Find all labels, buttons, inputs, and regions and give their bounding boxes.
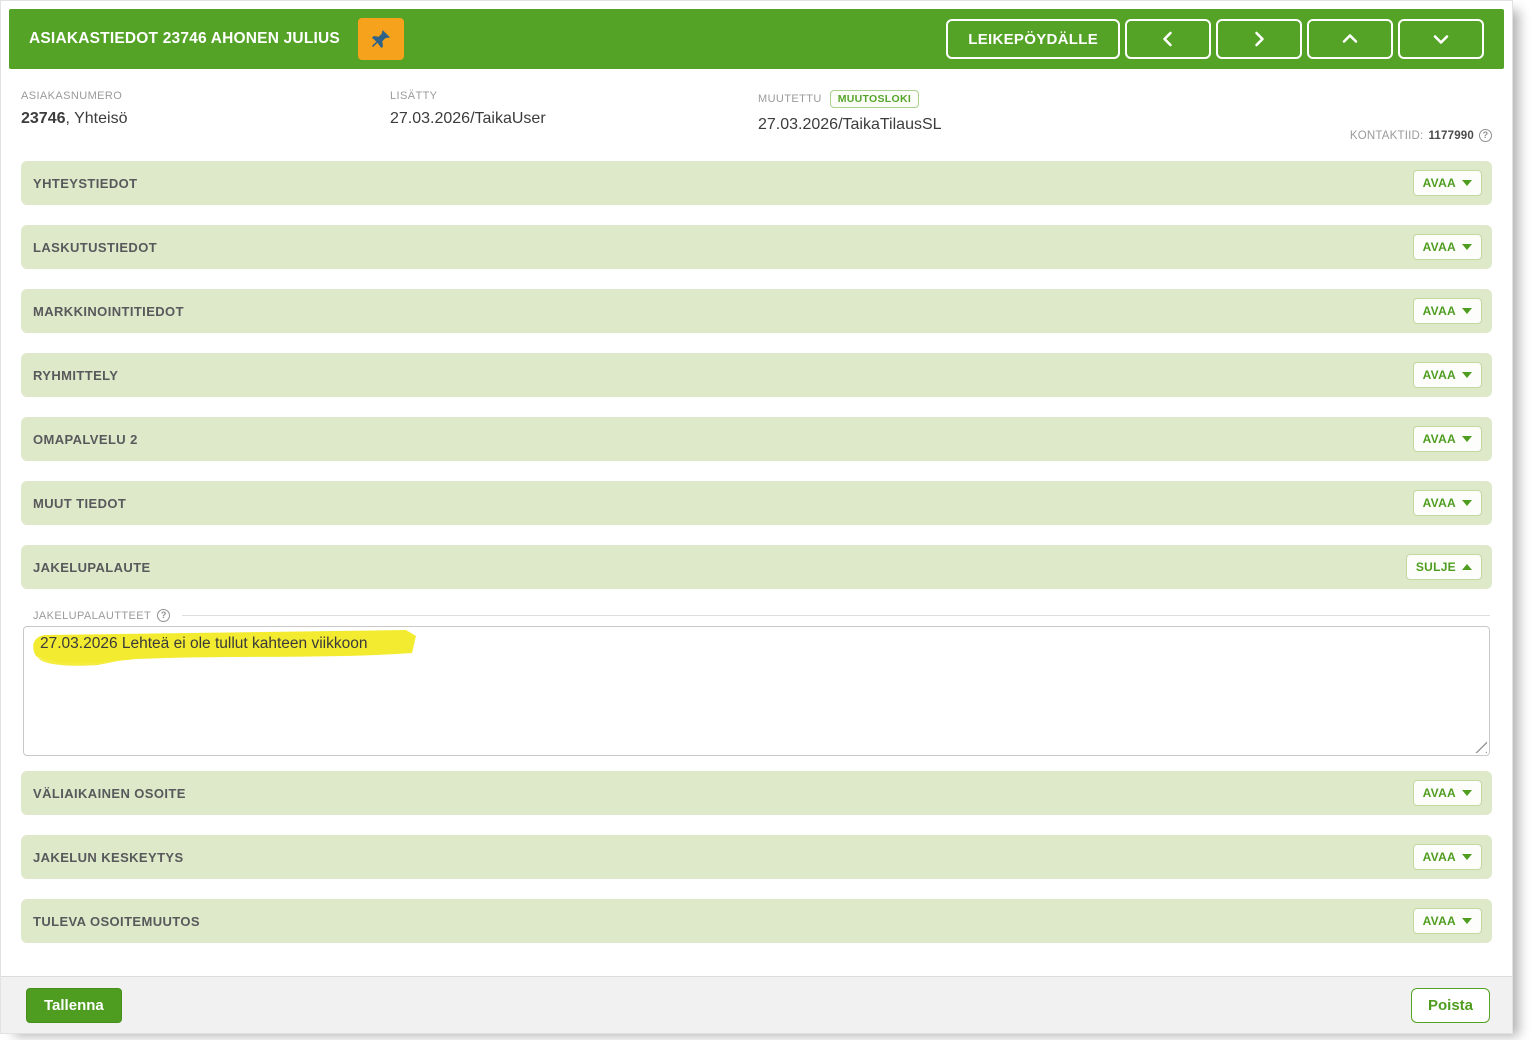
added-label: LISÄTTY: [390, 90, 758, 102]
open-button[interactable]: AVAA: [1413, 170, 1482, 196]
section-markkinointitiedot[interactable]: MARKKINOINTITIEDOT AVAA: [21, 289, 1492, 333]
jakelupalautteet-label: JAKELUPALAUTTEET: [33, 610, 151, 622]
contact-id-value: 1177990: [1428, 130, 1474, 142]
prev-button[interactable]: [1125, 19, 1211, 59]
feedback-text: 27.03.2026 Lehteä ei ole tullut kahteen …: [40, 635, 367, 652]
section-jakelupalaute[interactable]: JAKELUPALAUTE SULJE: [21, 545, 1492, 589]
delete-button[interactable]: Poista: [1411, 988, 1490, 1023]
chevron-down-icon: [1462, 918, 1472, 924]
next-button[interactable]: [1216, 19, 1302, 59]
customer-number-block: ASIAKASNUMERO 23746, Yhteisö: [21, 90, 390, 146]
chevron-left-icon: [1156, 27, 1180, 51]
header-bar: ASIAKASTIEDOT 23746 AHONEN JULIUS LEIKEP…: [9, 9, 1504, 69]
section-omapalvelu-2[interactable]: OMAPALVELU 2 AVAA: [21, 417, 1492, 461]
section-jakelun-keskeytys[interactable]: JAKELUN KESKEYTYS AVAA: [21, 835, 1492, 879]
section-yhteystiedot[interactable]: YHTEYSTIEDOT AVAA: [21, 161, 1492, 205]
added-value: 27.03.2026/TaikaUser: [390, 110, 758, 128]
section-muut-tiedot[interactable]: MUUT TIEDOT AVAA: [21, 481, 1492, 525]
clipboard-button[interactable]: LEIKEPÖYDÄLLE: [946, 19, 1120, 59]
section-title: OMAPALVELU 2: [33, 432, 138, 447]
section-valiaikainen-osoite[interactable]: VÄLIAIKAINEN OSOITE AVAA: [21, 771, 1492, 815]
open-button[interactable]: AVAA: [1413, 908, 1482, 934]
added-block: LISÄTTY 27.03.2026/TaikaUser: [390, 90, 758, 146]
chevron-up-icon: [1462, 564, 1472, 570]
chevron-down-icon: [1462, 790, 1472, 796]
contact-id-label: KONTAKTIID:: [1350, 130, 1424, 142]
help-icon[interactable]: ?: [157, 609, 170, 622]
open-button[interactable]: AVAA: [1413, 780, 1482, 806]
up-button[interactable]: [1307, 19, 1393, 59]
chevron-down-icon: [1462, 244, 1472, 250]
section-title: JAKELUPALAUTE: [33, 560, 151, 575]
chevron-down-icon: [1462, 436, 1472, 442]
customer-type: , Yhteisö: [66, 110, 128, 127]
open-button[interactable]: AVAA: [1413, 362, 1482, 388]
jakelupalaute-content: JAKELUPALAUTTEET ? 27.03.2026 Lehteä ei …: [23, 609, 1490, 756]
footer-bar: Tallenna Poista: [1, 976, 1512, 1033]
pin-icon: [369, 27, 393, 51]
section-title: LASKUTUSTIEDOT: [33, 240, 157, 255]
open-button[interactable]: AVAA: [1413, 298, 1482, 324]
section-tuleva-osoitemuutos[interactable]: TULEVA OSOITEMUUTOS AVAA: [21, 899, 1492, 943]
section-title: TULEVA OSOITEMUUTOS: [33, 914, 200, 929]
open-button[interactable]: AVAA: [1413, 426, 1482, 452]
section-title: VÄLIAIKAINEN OSOITE: [33, 786, 186, 801]
modified-label: MUUTETTU: [758, 93, 822, 105]
field-divider: [182, 615, 1490, 616]
chevron-up-icon: [1338, 27, 1362, 51]
section-title: MARKKINOINTITIEDOT: [33, 304, 184, 319]
chevron-down-icon: [1462, 854, 1472, 860]
jakelupalautteet-textarea[interactable]: 27.03.2026 Lehteä ei ole tullut kahteen …: [23, 626, 1490, 756]
chevron-down-icon: [1429, 27, 1453, 51]
open-button[interactable]: AVAA: [1413, 490, 1482, 516]
section-list: YHTEYSTIEDOT AVAA LASKUTUSTIEDOT AVAA MA…: [21, 161, 1492, 943]
close-button[interactable]: SULJE: [1406, 554, 1482, 580]
chevron-down-icon: [1462, 500, 1472, 506]
down-button[interactable]: [1398, 19, 1484, 59]
save-button[interactable]: Tallenna: [26, 988, 122, 1023]
customer-number-value: 23746: [21, 110, 66, 127]
chevron-right-icon: [1247, 27, 1271, 51]
customer-info-row: ASIAKASNUMERO 23746, Yhteisö LISÄTTY 27.…: [21, 90, 1492, 146]
change-log-badge[interactable]: MUUTOSLOKI: [830, 90, 919, 108]
customer-details-window: ASIAKASTIEDOT 23746 AHONEN JULIUS LEIKEP…: [0, 0, 1513, 1034]
pin-button[interactable]: [358, 18, 404, 60]
section-title: MUUT TIEDOT: [33, 496, 126, 511]
section-title: RYHMITTELY: [33, 368, 118, 383]
customer-number-label: ASIAKASNUMERO: [21, 90, 390, 102]
resize-handle[interactable]: [1474, 740, 1487, 753]
section-title: JAKELUN KESKEYTYS: [33, 850, 184, 865]
section-laskutustiedot[interactable]: LASKUTUSTIEDOT AVAA: [21, 225, 1492, 269]
chevron-down-icon: [1462, 372, 1472, 378]
section-title: YHTEYSTIEDOT: [33, 176, 137, 191]
section-ryhmittely[interactable]: RYHMITTELY AVAA: [21, 353, 1492, 397]
open-button[interactable]: AVAA: [1413, 234, 1482, 260]
page-title: ASIAKASTIEDOT 23746 AHONEN JULIUS: [29, 30, 340, 48]
open-button[interactable]: AVAA: [1413, 844, 1482, 870]
chevron-down-icon: [1462, 180, 1472, 186]
header-nav-group: LEIKEPÖYDÄLLE: [946, 19, 1484, 59]
chevron-down-icon: [1462, 308, 1472, 314]
contact-id: KONTAKTIID: 1177990 ?: [1350, 129, 1492, 142]
help-icon[interactable]: ?: [1479, 129, 1492, 142]
